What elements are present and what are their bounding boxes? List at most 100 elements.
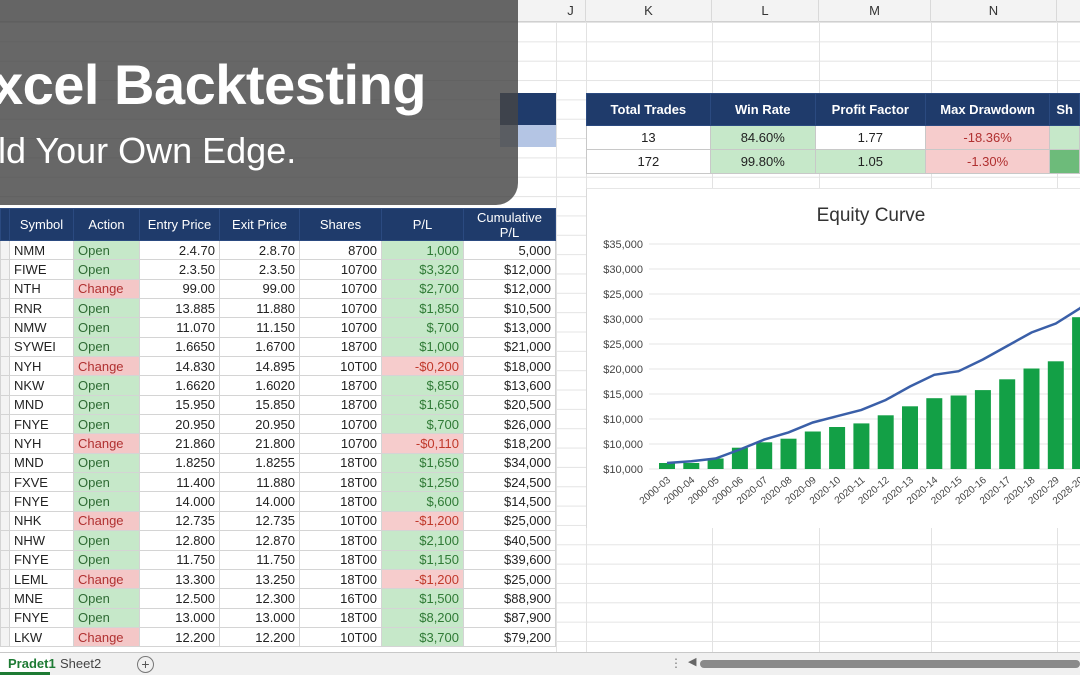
cumulative-pl-cell[interactable]: $25,000 — [463, 510, 556, 532]
summary-cell[interactable]: -18.36% — [924, 125, 1051, 150]
symbol-cell[interactable]: NKW — [9, 375, 74, 396]
shares-cell[interactable]: 10700 — [299, 433, 382, 454]
cumulative-pl-cell[interactable]: $12,000 — [463, 259, 556, 280]
entry-price-cell[interactable]: 15.950 — [139, 394, 220, 416]
pl-cell[interactable]: $1,650 — [381, 394, 464, 416]
shares-cell[interactable]: 18T00 — [299, 568, 382, 590]
entry-price-cell[interactable]: 1.6650 — [139, 336, 220, 358]
action-cell[interactable]: Open — [73, 472, 140, 493]
shares-cell[interactable]: 18700 — [299, 375, 382, 396]
pl-cell[interactable]: 1,000 — [381, 239, 464, 261]
exit-price-cell[interactable]: 12.200 — [219, 626, 300, 648]
column-header-n[interactable]: N — [931, 0, 1057, 22]
action-cell[interactable]: Change — [73, 568, 140, 590]
table-row[interactable]: MNE Open 12.500 12.300 16T00 $1,500 $88,900 — [0, 588, 556, 609]
pl-cell[interactable]: $,700 — [381, 414, 464, 435]
chart-bar[interactable] — [1072, 317, 1080, 469]
summary-cell[interactable]: 13 — [586, 125, 711, 150]
cumulative-pl-cell[interactable]: $21,000 — [463, 336, 556, 358]
symbol-cell[interactable]: MND — [9, 452, 74, 474]
equity-curve-chart[interactable]: Equity Curve $35,000 $30,000 $25,000 $30,00… — [586, 188, 1080, 528]
symbol-cell[interactable]: NYH — [9, 433, 74, 454]
table-row[interactable]: FIWE Open 2.3.50 2.3.50 10700 $3,320 $12,000 — [0, 259, 556, 280]
cumulative-pl-cell[interactable]: $24,500 — [463, 472, 556, 493]
exit-price-cell[interactable]: 11.750 — [219, 549, 300, 570]
more-options-icon[interactable]: ⋮ — [670, 656, 682, 670]
exit-price-cell[interactable]: 21.800 — [219, 433, 300, 454]
cumulative-pl-cell[interactable]: $34,000 — [463, 452, 556, 474]
entry-price-cell[interactable]: 12.200 — [139, 626, 220, 648]
action-cell[interactable]: Open — [73, 298, 140, 319]
chart-bar[interactable] — [926, 398, 943, 469]
exit-price-cell[interactable]: 1.6020 — [219, 375, 300, 396]
chart-bar[interactable] — [877, 415, 894, 469]
exit-price-cell[interactable]: 12.870 — [219, 530, 300, 551]
symbol-cell[interactable]: NHW — [9, 530, 74, 551]
symbol-cell[interactable]: FNYE — [9, 414, 74, 435]
symbol-cell[interactable]: LEML — [9, 568, 74, 590]
cumulative-pl-cell[interactable]: $25,000 — [463, 568, 556, 590]
pl-cell[interactable]: -$0,110 — [381, 433, 464, 454]
action-cell[interactable]: Open — [73, 414, 140, 435]
table-row[interactable]: NYH Change 14.830 14.895 10T00 -$0,200 $18,000 — [0, 356, 556, 377]
pl-cell[interactable]: $8,200 — [381, 607, 464, 628]
summary-cell[interactable]: 84.60% — [709, 125, 816, 150]
summary-header-profit-factor[interactable]: Profit Factor — [814, 93, 926, 126]
action-cell[interactable]: Open — [73, 259, 140, 280]
chart-bar[interactable] — [683, 463, 700, 469]
chart-bar[interactable] — [974, 390, 991, 469]
pl-cell[interactable]: -$1,200 — [381, 510, 464, 532]
cumulative-pl-cell[interactable]: $20,500 — [463, 394, 556, 416]
action-cell[interactable]: Change — [73, 433, 140, 454]
header-symbol[interactable]: Symbol — [9, 208, 74, 241]
entry-price-cell[interactable]: 1.8250 — [139, 452, 220, 474]
pl-cell[interactable]: $1,250 — [381, 472, 464, 493]
symbol-cell[interactable]: NMW — [9, 317, 74, 338]
shares-cell[interactable]: 18T00 — [299, 530, 382, 551]
symbol-cell[interactable]: LKW — [9, 626, 74, 648]
entry-price-cell[interactable]: 1.6620 — [139, 375, 220, 396]
pl-cell[interactable]: $,850 — [381, 375, 464, 396]
pl-cell[interactable]: $1,850 — [381, 298, 464, 319]
cumulative-pl-cell[interactable]: $12,000 — [463, 278, 556, 300]
shares-cell[interactable]: 10700 — [299, 317, 382, 338]
exit-price-cell[interactable]: 2.8.70 — [219, 239, 300, 261]
entry-price-cell[interactable]: 11.750 — [139, 549, 220, 570]
entry-price-cell[interactable]: 14.000 — [139, 491, 220, 512]
pl-cell[interactable]: $1,500 — [381, 588, 464, 609]
exit-price-cell[interactable]: 1.6700 — [219, 336, 300, 358]
symbol-cell[interactable]: SYWEI — [9, 336, 74, 358]
header-exit-price[interactable]: Exit Price — [219, 208, 300, 241]
exit-price-cell[interactable]: 14.000 — [219, 491, 300, 512]
summary-header-total-trades[interactable]: Total Trades — [586, 93, 711, 126]
symbol-cell[interactable]: MNE — [9, 588, 74, 609]
table-row[interactable]: FNYE Open 11.750 11.750 18T00 $1,150 $39,600 — [0, 549, 556, 570]
exit-price-cell[interactable]: 13.250 — [219, 568, 300, 590]
table-row[interactable]: LEML Change 13.300 13.250 18T00 -$1,200 $25,00… — [0, 568, 556, 590]
pl-cell[interactable]: $1,650 — [381, 452, 464, 474]
summary-cell[interactable]: 99.80% — [709, 149, 816, 174]
add-sheet-button[interactable]: + — [137, 656, 154, 673]
entry-price-cell[interactable]: 13.000 — [139, 607, 220, 628]
exit-price-cell[interactable]: 11.880 — [219, 298, 300, 319]
cumulative-pl-cell[interactable]: $40,500 — [463, 530, 556, 551]
table-row[interactable]: FNYE Open 20.950 20.950 10700 $,700 $26,000 — [0, 414, 556, 435]
sheet-tab-active[interactable]: Pradet1 — [0, 653, 56, 675]
shares-cell[interactable]: 18T00 — [299, 607, 382, 628]
symbol-cell[interactable]: FNYE — [9, 607, 74, 628]
pl-cell[interactable]: $3,320 — [381, 259, 464, 280]
shares-cell[interactable]: 10T00 — [299, 356, 382, 377]
chart-bar[interactable] — [902, 406, 918, 469]
pl-cell[interactable]: $,600 — [381, 491, 464, 512]
exit-price-cell[interactable]: 2.3.50 — [219, 259, 300, 280]
pl-cell[interactable]: $3,700 — [381, 626, 464, 648]
cumulative-pl-cell[interactable]: $26,000 — [463, 414, 556, 435]
pl-cell[interactable]: $1,150 — [381, 549, 464, 570]
chart-bar[interactable] — [1047, 361, 1064, 469]
shares-cell[interactable]: 10T00 — [299, 510, 382, 532]
symbol-cell[interactable]: FNYE — [9, 491, 74, 512]
pl-cell[interactable]: $2,100 — [381, 530, 464, 551]
symbol-cell[interactable]: NHK — [9, 510, 74, 532]
chart-bar[interactable] — [756, 442, 773, 469]
symbol-cell[interactable]: NYH — [9, 356, 74, 377]
